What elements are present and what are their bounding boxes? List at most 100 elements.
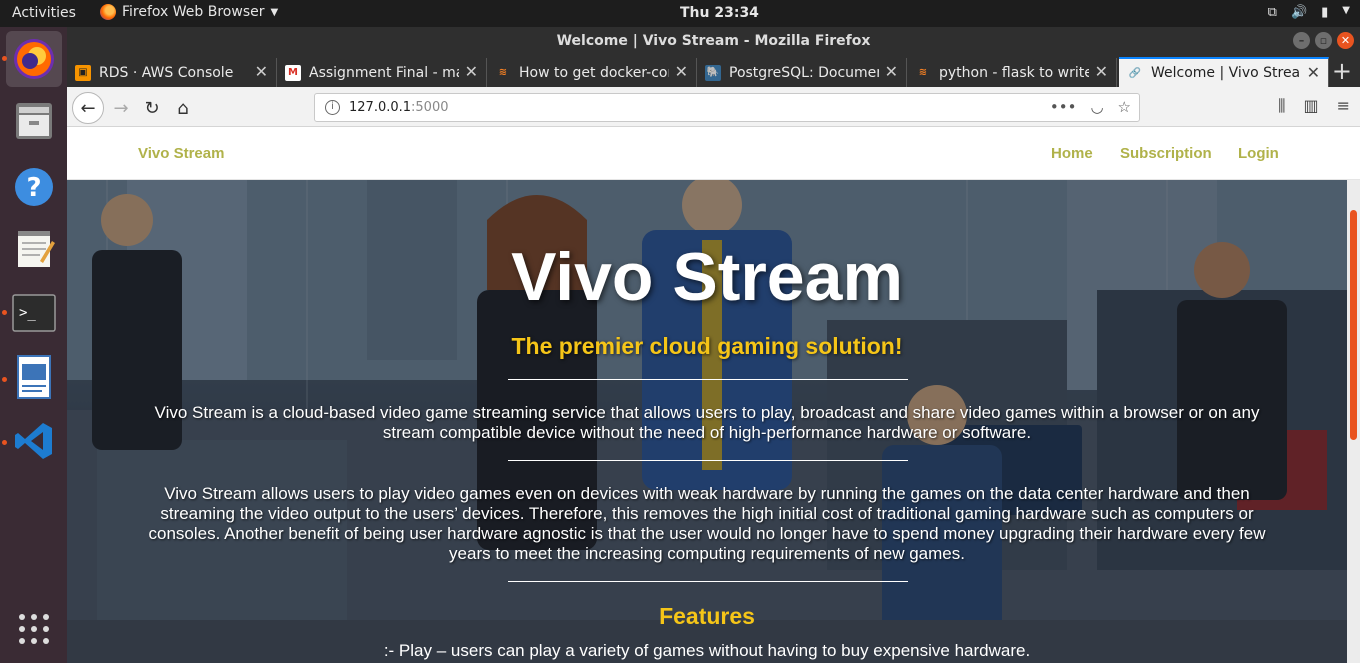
close-tab-icon[interactable]: ✕: [465, 62, 478, 81]
tab-vivo-stream[interactable]: 🔗 Welcome | Vivo Stream ✕: [1119, 57, 1329, 87]
arrow-left-icon: ←: [80, 97, 96, 119]
nav-home-link[interactable]: Home: [1051, 145, 1093, 162]
features-heading: Features: [659, 603, 755, 629]
battery-icon: ▮: [1321, 5, 1329, 20]
dock-help[interactable]: ?: [6, 159, 62, 215]
reload-button[interactable]: ↻: [138, 94, 166, 122]
dock-text-editor[interactable]: [6, 221, 62, 277]
link-icon: 🔗: [1128, 67, 1142, 79]
terminal-icon: >_: [12, 294, 56, 332]
app-menu[interactable]: Firefox Web Browser ▼: [100, 4, 278, 20]
network-icon: ⧉: [1267, 5, 1277, 20]
page-actions-icon[interactable]: •••: [1050, 94, 1077, 121]
dock-vscode[interactable]: [6, 413, 62, 469]
firefox-icon: [100, 4, 116, 20]
ubuntu-dock: ? >_: [0, 27, 67, 663]
intro-paragraph: Vivo Stream is a cloud-based video game …: [154, 403, 1260, 442]
tab-title: How to get docker-con: [519, 64, 669, 81]
volume-icon: 🔊: [1290, 5, 1308, 20]
window-titlebar[interactable]: Welcome | Vivo Stream - Mozilla Firefox …: [67, 27, 1360, 55]
dock-document-viewer[interactable]: [6, 349, 62, 405]
url-port: :5000: [411, 100, 449, 115]
dock-show-apps[interactable]: [6, 601, 62, 657]
firefox-icon: [14, 39, 54, 79]
nav-subscription-link[interactable]: Subscription: [1120, 145, 1212, 162]
help-icon: ?: [15, 168, 53, 206]
stackoverflow-icon: ≋: [918, 67, 928, 78]
stackoverflow-icon: ≋: [498, 67, 508, 78]
close-tab-icon[interactable]: ✕: [1307, 63, 1320, 82]
new-tab-button[interactable]: +: [1332, 57, 1352, 85]
dock-firefox[interactable]: [6, 31, 62, 87]
url-bar[interactable]: i 127.0.0.1:5000 ••• ◡ ☆: [314, 93, 1140, 122]
close-tab-icon[interactable]: ✕: [255, 62, 268, 81]
back-button[interactable]: ←: [72, 92, 104, 124]
gmail-icon: M: [285, 64, 301, 81]
running-indicator: [2, 377, 7, 382]
tab-docker[interactable]: ≋ How to get docker-con ✕: [487, 58, 697, 87]
tab-bar: ▣ RDS · AWS Console ✕ M Assignment Final…: [67, 55, 1360, 87]
arrow-right-icon: →: [113, 97, 129, 119]
hamburger-menu-icon[interactable]: ≡: [1337, 96, 1350, 116]
activities-button[interactable]: Activities: [12, 5, 76, 21]
chevron-down-icon: ▼: [270, 6, 279, 18]
library-icon[interactable]: ⫼: [1278, 96, 1285, 116]
dock-terminal[interactable]: >_: [6, 285, 62, 341]
system-tray[interactable]: ⧉ 🔊 ▮ ▼: [1268, 5, 1350, 20]
tab-flask[interactable]: ≋ python - flask to write ✕: [907, 58, 1117, 87]
text-editor-icon: [18, 231, 55, 267]
tab-rds[interactable]: ▣ RDS · AWS Console ✕: [67, 58, 277, 87]
divider: [508, 581, 908, 582]
site-navbar: Vivo Stream Home Subscription Login: [67, 127, 1360, 180]
tab-gmail[interactable]: M Assignment Final - mat ✕: [277, 58, 487, 87]
page-scrollbar[interactable]: [1347, 180, 1360, 663]
window-title: Welcome | Vivo Stream - Mozilla Firefox: [556, 33, 871, 49]
reload-icon: ↻: [144, 97, 160, 119]
chevron-down-icon: ▼: [1342, 5, 1350, 16]
hero-tagline: The premier cloud gaming solution!: [511, 333, 903, 359]
site-brand-link[interactable]: Vivo Stream: [138, 145, 224, 162]
info-icon[interactable]: i: [325, 100, 340, 115]
running-indicator: [2, 440, 7, 445]
url-host: 127.0.0.1: [349, 100, 412, 115]
maximize-button[interactable]: ▫: [1315, 32, 1332, 49]
tab-postgresql[interactable]: 🐘 PostgreSQL: Documen ✕: [697, 58, 907, 87]
hero-title: Vivo Stream: [511, 239, 903, 315]
tab-title: RDS · AWS Console: [99, 64, 234, 81]
app-menu-label: Firefox Web Browser: [122, 4, 265, 20]
description-paragraph: Vivo Stream allows users to play video g…: [148, 484, 1266, 563]
nav-login-link[interactable]: Login: [1238, 145, 1279, 162]
close-tab-icon[interactable]: ✕: [1095, 62, 1108, 81]
tab-title: Assignment Final - mat: [309, 64, 459, 81]
gnome-top-bar: Activities Firefox Web Browser ▼ Thu 23:…: [0, 0, 1360, 27]
navigation-toolbar: ← → ↻ ⌂ i 127.0.0.1:5000 ••• ◡ ☆ ⫼ ▥ ≡: [67, 87, 1360, 127]
hero-section: Vivo Stream The premier cloud gaming sol…: [67, 180, 1347, 663]
bookmark-star-icon[interactable]: ☆: [1118, 94, 1131, 121]
dock-files[interactable]: [6, 93, 62, 149]
tab-title: python - flask to write: [939, 64, 1089, 81]
vscode-icon: [15, 423, 52, 459]
sidebar-icon[interactable]: ▥: [1303, 96, 1318, 116]
files-icon: [16, 103, 52, 139]
clock[interactable]: Thu 23:34: [680, 5, 759, 21]
close-window-button[interactable]: ✕: [1337, 32, 1354, 49]
home-button[interactable]: ⌂: [169, 94, 197, 122]
page-viewport: Vivo Stream Home Subscription Login Vivo…: [67, 127, 1360, 663]
forward-button[interactable]: →: [107, 94, 135, 122]
feature-item: :- Play – users can play a variety of ga…: [383, 641, 1031, 660]
pocket-icon[interactable]: ◡: [1090, 94, 1103, 121]
scrollbar-thumb[interactable]: [1350, 210, 1357, 440]
close-tab-icon[interactable]: ✕: [885, 62, 898, 81]
firefox-window: Welcome | Vivo Stream - Mozilla Firefox …: [67, 27, 1360, 663]
close-tab-icon[interactable]: ✕: [675, 62, 688, 81]
divider: [508, 379, 908, 380]
postgresql-icon: 🐘: [705, 64, 721, 81]
aws-icon: ▣: [75, 64, 91, 81]
tab-title: Welcome | Vivo Stream: [1151, 65, 1301, 81]
divider: [508, 460, 908, 461]
minimize-button[interactable]: –: [1293, 32, 1310, 49]
document-viewer-icon: [17, 355, 51, 399]
tab-title: PostgreSQL: Documen: [729, 64, 879, 81]
running-indicator: [2, 56, 7, 61]
home-icon: ⌂: [177, 97, 189, 119]
